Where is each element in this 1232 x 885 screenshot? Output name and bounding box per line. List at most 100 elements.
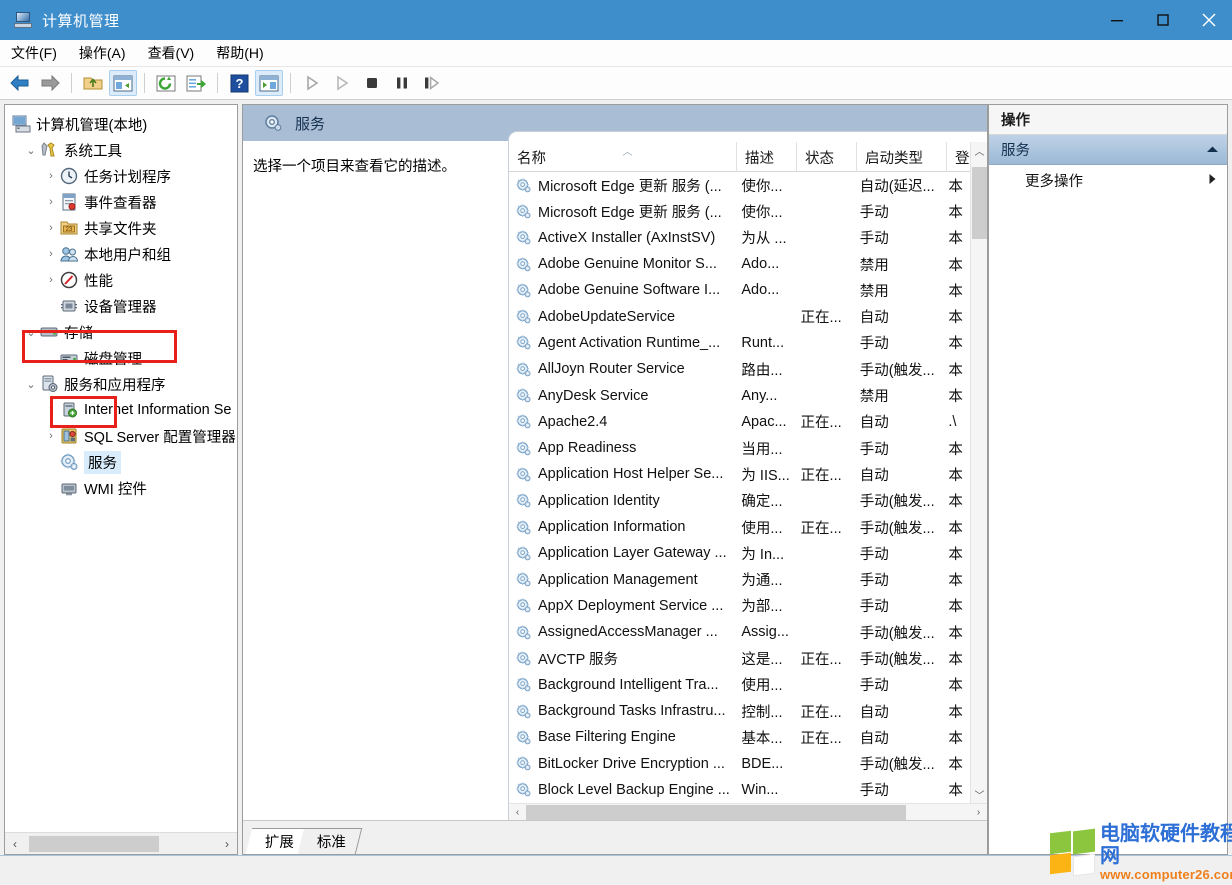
scroll-track[interactable]	[526, 804, 970, 821]
maximize-button[interactable]	[1140, 0, 1186, 40]
tree-item-performance[interactable]: › 性能	[5, 267, 237, 293]
chevron-down-icon[interactable]: ⌄	[23, 371, 39, 397]
show-hide-tree-icon[interactable]	[109, 70, 137, 96]
tree-item-storage[interactable]: ⌄ 存储	[5, 319, 237, 345]
tree-horizontal-scrollbar[interactable]: ‹ ›	[5, 832, 237, 854]
tree-item-task-scheduler[interactable]: › 任务计划程序	[5, 163, 237, 189]
submenu-arrow-icon[interactable]	[1208, 173, 1217, 188]
table-row[interactable]: Base Filtering Engine 基本... 正在... 自动 本	[509, 724, 970, 750]
service-startup-type-cell: 自动(延迟...	[859, 178, 935, 195]
table-row[interactable]: AdobeUpdateService 正在... 自动 本	[509, 303, 970, 329]
service-gear-icon	[515, 177, 532, 194]
table-row[interactable]: BitLocker Drive Encryption ... BDE... 手动(触…	[509, 751, 970, 777]
table-row[interactable]: Application Host Helper Se... 为 IIS... 正在.…	[509, 461, 970, 487]
table-row[interactable]: Application Identity 确定... 手动(触发... 本	[509, 488, 970, 514]
table-row[interactable]: App Readiness 当用... 手动 本	[509, 435, 970, 461]
column-header-status[interactable]: 状态	[797, 142, 857, 172]
sql-icon	[59, 426, 79, 446]
minimize-button[interactable]	[1094, 0, 1140, 40]
table-row[interactable]: AssignedAccessManager ... Assig... 手动(触发..…	[509, 619, 970, 645]
chevron-right-icon[interactable]: ›	[43, 423, 59, 449]
tree-item-computer-management-local[interactable]: 计算机管理(本地)	[5, 111, 237, 137]
service-logon-as-cell: 本	[948, 310, 963, 327]
table-row[interactable]: Adobe Genuine Software I... Ado... 禁用 本	[509, 277, 970, 303]
title-bar: 计算机管理	[0, 0, 1232, 40]
tree-item-wmi-control[interactable]: WMI 控件	[5, 475, 237, 501]
forward-icon[interactable]	[36, 70, 64, 96]
help-icon[interactable]: ?	[225, 70, 253, 96]
table-row[interactable]: AppX Deployment Service ... 为部... 手动 本	[509, 593, 970, 619]
export-list-icon[interactable]	[182, 70, 210, 96]
service-logon-as-cell: 本	[948, 651, 963, 668]
table-row[interactable]: Block Level Backup Engine ... Win... 手动 本	[509, 777, 970, 803]
refresh-icon[interactable]	[152, 70, 180, 96]
chevron-right-icon[interactable]: ›	[43, 215, 59, 241]
table-row[interactable]: AllJoyn Router Service 路由... 手动(触发... 本	[509, 356, 970, 382]
menu-file[interactable]: 文件(F)	[0, 40, 68, 66]
service-gear-icon	[515, 229, 532, 246]
tree-item-local-users-groups[interactable]: › 本地用户和组	[5, 241, 237, 267]
scroll-thumb[interactable]	[29, 835, 159, 852]
table-row[interactable]: Application Layer Gateway ... 为 In... 手动 本	[509, 540, 970, 566]
service-logon-as-cell: 本	[948, 625, 963, 642]
table-row[interactable]: Apache2.4 Apac... 正在... 自动 .\	[509, 409, 970, 435]
close-button[interactable]	[1186, 0, 1232, 40]
table-row[interactable]: Adobe Genuine Monitor S... Ado... 禁用 本	[509, 251, 970, 277]
tree-item-sql-server-configuration-manager[interactable]: › SQL Server 配置管理器	[5, 423, 237, 449]
service-name-text: Application Management	[538, 571, 698, 588]
scroll-thumb[interactable]	[526, 804, 906, 820]
chevron-right-icon[interactable]: ›	[43, 163, 59, 189]
service-gear-icon	[515, 650, 532, 667]
table-row[interactable]: ActiveX Installer (AxInstSV) 为从 ... 手动 本	[509, 225, 970, 251]
scroll-up-icon[interactable]: ︿	[971, 142, 987, 159]
table-row[interactable]: Application Information 使用... 正在... 手动(触发..…	[509, 514, 970, 540]
table-row[interactable]: AnyDesk Service Any... 禁用 本	[509, 382, 970, 408]
chevron-right-icon[interactable]: ›	[43, 267, 59, 293]
list-vertical-scrollbar[interactable]: ︿ ﹀	[970, 142, 987, 803]
scroll-right-icon[interactable]: ›	[217, 834, 237, 854]
table-row[interactable]: AVCTP 服务 这是... 正在... 手动(触发... 本	[509, 645, 970, 671]
actions-section-services[interactable]: 服务	[989, 135, 1227, 165]
tab-standard[interactable]: 标准	[297, 828, 363, 854]
tree-item-disk-management[interactable]: 磁盘管理	[5, 345, 237, 371]
tree-item-shared-folders[interactable]: › 23 共享文件夹	[5, 215, 237, 241]
chevron-down-icon[interactable]: ⌄	[23, 137, 39, 163]
menu-view[interactable]: 查看(V)	[137, 40, 206, 66]
chevron-right-icon[interactable]: ›	[43, 397, 59, 423]
action-more-actions[interactable]: 更多操作	[989, 165, 1227, 195]
sort-ascending-icon: ︿	[622, 147, 633, 158]
column-header-name[interactable]: ︿ 名称	[509, 142, 737, 172]
tree-item-services-and-applications[interactable]: ⌄ 服务和应用程序	[5, 371, 237, 397]
chevron-up-icon[interactable]	[1206, 142, 1219, 158]
chevron-right-icon[interactable]: ›	[43, 189, 59, 215]
scroll-right-icon[interactable]: ›	[970, 804, 987, 821]
table-row[interactable]: Application Management 为通... 手动 本	[509, 566, 970, 592]
up-folder-icon[interactable]	[79, 70, 107, 96]
scroll-left-icon[interactable]: ‹	[5, 834, 25, 854]
menu-action[interactable]: 操作(A)	[68, 40, 137, 66]
chevron-down-icon[interactable]: ⌄	[23, 319, 39, 345]
back-icon[interactable]	[6, 70, 34, 96]
tree-item-system-tools[interactable]: ⌄ 系统工具	[5, 137, 237, 163]
column-header-startup-type[interactable]: 启动类型	[857, 142, 947, 172]
tree-item-services[interactable]: 服务	[5, 449, 237, 475]
table-row[interactable]: Background Intelligent Tra... 使用... 手动 本	[509, 672, 970, 698]
show-action-pane-icon[interactable]	[255, 70, 283, 96]
tree-item-device-manager[interactable]: 设备管理器	[5, 293, 237, 319]
scroll-thumb[interactable]	[972, 167, 987, 239]
tree-item-internet-information-services[interactable]: › Internet Information Se	[5, 397, 237, 423]
service-gear-icon	[515, 413, 532, 430]
table-row[interactable]: Microsoft Edge 更新 服务 (... 使你... 自动(延迟... 本	[509, 172, 970, 198]
menu-help[interactable]: 帮助(H)	[205, 40, 274, 66]
table-row[interactable]: Microsoft Edge 更新 服务 (... 使你... 手动 本	[509, 198, 970, 224]
scroll-down-icon[interactable]: ﹀	[971, 786, 987, 803]
table-row[interactable]: Agent Activation Runtime_... Runt... 手动 本	[509, 330, 970, 356]
scroll-left-icon[interactable]: ‹	[509, 804, 526, 821]
column-header-description[interactable]: 描述	[737, 142, 797, 172]
tree-item-event-viewer[interactable]: › 事件查看器	[5, 189, 237, 215]
table-row[interactable]: Background Tasks Infrastru... 控制... 正在... 自…	[509, 698, 970, 724]
list-horizontal-scrollbar[interactable]: ‹ ›	[509, 803, 987, 820]
chevron-right-icon[interactable]: ›	[43, 241, 59, 267]
wmi-icon	[59, 478, 79, 498]
scroll-track[interactable]	[25, 834, 217, 854]
